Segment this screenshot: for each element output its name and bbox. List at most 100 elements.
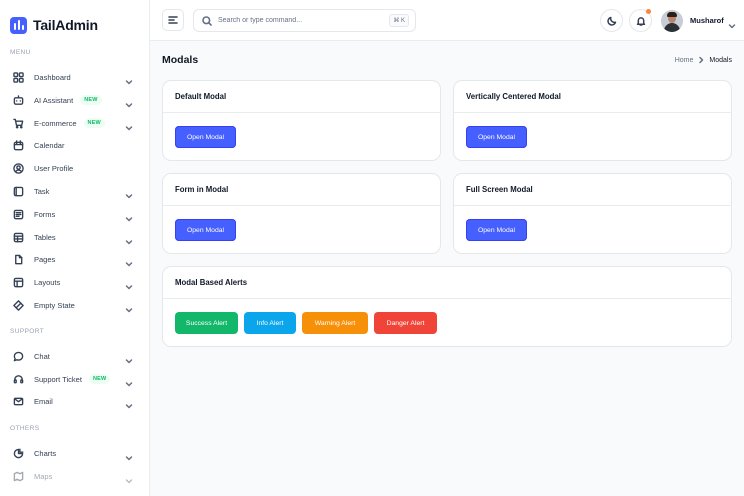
pages-icon bbox=[12, 253, 25, 266]
logo[interactable]: TailAdmin bbox=[10, 11, 149, 39]
section-title-support: SUPPORT bbox=[10, 328, 45, 335]
map-icon bbox=[12, 470, 25, 483]
form-modal-card: Form in Modal Open Modal bbox=[162, 173, 441, 254]
section-title-others: OTHERS bbox=[10, 425, 40, 432]
chevron-down-icon bbox=[125, 73, 133, 85]
chevron-down-icon bbox=[125, 301, 133, 313]
chevron-down-icon bbox=[125, 472, 133, 484]
logo-icon bbox=[10, 16, 27, 34]
sidebar-item-label: Pages bbox=[34, 254, 56, 264]
chevron-down-icon bbox=[125, 187, 133, 199]
chevron-down-icon bbox=[125, 96, 133, 108]
section-title-menu: MENU bbox=[10, 49, 31, 56]
sidebar-item-label: Support Ticket bbox=[34, 374, 82, 384]
open-centered-modal-button[interactable]: Open Modal bbox=[466, 126, 527, 148]
sidebar-item-ai-assistant[interactable]: AI Assistant NEW bbox=[12, 92, 136, 108]
new-badge: NEW bbox=[80, 95, 102, 105]
forms-icon bbox=[12, 208, 25, 221]
empty-state-icon bbox=[12, 299, 25, 312]
sidebar-item-label: User Profile bbox=[34, 163, 74, 173]
notification-dot bbox=[646, 9, 651, 14]
user-circle-icon bbox=[12, 162, 25, 175]
avatar bbox=[661, 9, 683, 32]
sidebar-toggle-button[interactable] bbox=[162, 9, 184, 31]
chevron-down-icon bbox=[728, 17, 736, 28]
sidebar-item-label: Maps bbox=[34, 471, 53, 481]
info-alert-button[interactable]: Info Alert bbox=[244, 312, 296, 334]
sidebar-item-label: Chat bbox=[34, 351, 50, 361]
sidebar-item-calendar[interactable]: Calendar bbox=[12, 137, 136, 153]
card-title: Modal Based Alerts bbox=[163, 267, 731, 299]
page-title: Modals bbox=[162, 54, 199, 66]
grid-icon bbox=[12, 71, 25, 84]
card-title: Default Modal bbox=[163, 81, 440, 113]
sidebar-item-layouts[interactable]: Layouts bbox=[12, 274, 136, 290]
sidebar-item-ecommerce[interactable]: E-commerce NEW bbox=[12, 115, 136, 131]
chevron-down-icon bbox=[125, 255, 133, 267]
breadcrumb-current: Modals bbox=[709, 56, 732, 64]
danger-alert-button[interactable]: Danger Alert bbox=[374, 312, 437, 334]
open-fullscreen-modal-button[interactable]: Open Modal bbox=[466, 219, 527, 241]
search-icon bbox=[202, 15, 212, 26]
sidebar-item-user-profile[interactable]: User Profile bbox=[12, 160, 136, 176]
top-header: ⌘ K Musharof bbox=[150, 0, 744, 41]
user-menu[interactable]: Musharof bbox=[661, 9, 736, 32]
sidebar-item-label: Charts bbox=[34, 448, 57, 458]
sidebar-item-support-ticket[interactable]: Support Ticket NEW bbox=[12, 371, 136, 387]
search-bar[interactable]: ⌘ K bbox=[193, 9, 416, 32]
chevron-down-icon bbox=[125, 278, 133, 290]
success-alert-button[interactable]: Success Alert bbox=[175, 312, 238, 334]
table-icon bbox=[12, 231, 25, 244]
breadcrumb-home[interactable]: Home bbox=[675, 57, 694, 64]
menu-icon bbox=[168, 16, 178, 24]
chevron-down-icon bbox=[125, 397, 133, 409]
cart-icon bbox=[12, 117, 25, 130]
card-title: Full Screen Modal bbox=[454, 174, 731, 206]
app-name: TailAdmin bbox=[33, 17, 98, 33]
pie-chart-icon bbox=[12, 447, 25, 460]
warning-alert-button[interactable]: Warning Alert bbox=[302, 312, 368, 334]
chevron-right-icon bbox=[697, 56, 705, 64]
sidebar-item-label: Email bbox=[34, 396, 53, 406]
search-input[interactable] bbox=[218, 17, 378, 24]
search-shortcut: ⌘ K bbox=[389, 14, 409, 27]
open-form-modal-button[interactable]: Open Modal bbox=[175, 219, 236, 241]
mail-icon bbox=[12, 395, 25, 408]
notifications-button[interactable] bbox=[629, 9, 652, 32]
modal-alerts-card: Modal Based Alerts Success Alert Info Al… bbox=[162, 266, 732, 347]
sidebar-item-label: AI Assistant bbox=[34, 95, 74, 105]
sidebar-item-empty-state[interactable]: Empty State bbox=[12, 297, 136, 313]
default-modal-card: Default Modal Open Modal bbox=[162, 80, 441, 161]
sidebar-item-label: Forms bbox=[34, 209, 56, 219]
calendar-icon bbox=[12, 139, 25, 152]
chat-icon bbox=[12, 350, 25, 363]
chevron-down-icon bbox=[125, 233, 133, 245]
sidebar-item-task[interactable]: Task bbox=[12, 183, 136, 199]
sidebar-item-label: Calendar bbox=[34, 140, 65, 150]
chevron-down-icon bbox=[125, 352, 133, 364]
sidebar-item-label: Tables bbox=[34, 232, 56, 242]
sidebar-item-maps[interactable]: Maps bbox=[12, 468, 136, 484]
card-title: Form in Modal bbox=[163, 174, 440, 206]
sidebar-item-label: Dashboard bbox=[34, 72, 71, 82]
sidebar-item-label: Layouts bbox=[34, 277, 61, 287]
open-default-modal-button[interactable]: Open Modal bbox=[175, 126, 236, 148]
fullscreen-modal-card: Full Screen Modal Open Modal bbox=[453, 173, 732, 254]
chevron-down-icon bbox=[125, 210, 133, 222]
chevron-down-icon bbox=[125, 449, 133, 461]
layout-icon bbox=[12, 276, 25, 289]
sidebar-item-label: Task bbox=[34, 186, 50, 196]
bell-icon bbox=[636, 16, 645, 26]
dark-mode-toggle[interactable] bbox=[600, 9, 623, 32]
sidebar-item-dashboard[interactable]: Dashboard bbox=[12, 69, 136, 85]
card-title: Vertically Centered Modal bbox=[454, 81, 731, 113]
headset-icon bbox=[12, 373, 25, 386]
task-icon bbox=[12, 185, 25, 198]
chevron-down-icon bbox=[125, 119, 133, 131]
sidebar-item-charts[interactable]: Charts bbox=[12, 445, 136, 461]
sidebar-item-email[interactable]: Email bbox=[12, 393, 136, 409]
sidebar-item-chat[interactable]: Chat bbox=[12, 348, 136, 364]
sidebar-item-pages[interactable]: Pages bbox=[12, 251, 136, 267]
sidebar-item-tables[interactable]: Tables bbox=[12, 229, 136, 245]
sidebar-item-forms[interactable]: Forms bbox=[12, 206, 136, 222]
